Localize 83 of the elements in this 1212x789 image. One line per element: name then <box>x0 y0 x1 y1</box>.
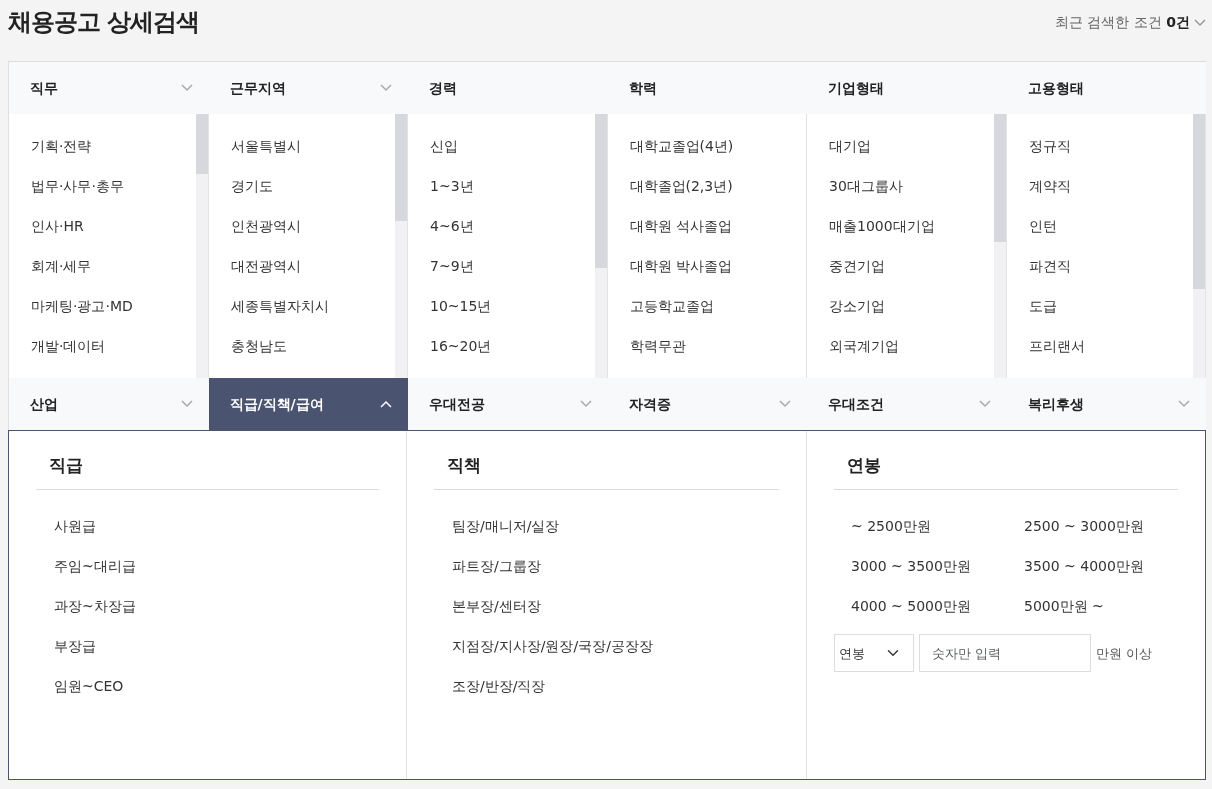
page-title: 채용공고 상세검색 <box>8 8 200 37</box>
option-link[interactable]: 주임~대리급 <box>36 546 379 587</box>
filter-tab[interactable]: 직급/직책/급여 <box>208 378 408 430</box>
filter-option[interactable]: 서울특별시 <box>230 126 395 166</box>
option-link[interactable]: 본부장/센터장 <box>434 586 779 627</box>
filter-option[interactable]: 1~3년 <box>430 166 595 206</box>
filter-option[interactable]: 신입 <box>430 126 595 166</box>
option-link[interactable]: 팀장/매니저/실장 <box>434 506 779 547</box>
chevron-icon <box>978 400 991 408</box>
filter-option[interactable]: 개발·데이터 <box>31 326 196 366</box>
filter-option[interactable]: 대학원 석사졸업 <box>629 206 806 246</box>
section-title: 연봉 <box>834 455 1178 491</box>
salary-option[interactable]: 5000만원 ~ <box>1024 586 1178 627</box>
filter-option[interactable]: 중견기업 <box>829 246 994 286</box>
filter-option[interactable]: 4~6년 <box>430 206 595 246</box>
option-link[interactable]: 부장급 <box>36 626 379 667</box>
salary-type-select[interactable]: 연봉 <box>834 634 914 673</box>
option-link[interactable]: 과장~차장급 <box>36 586 379 627</box>
filter-header[interactable]: 고용형태 <box>1006 62 1206 114</box>
salary-input[interactable]: 숫자만 입력 <box>919 634 1091 673</box>
unit-label: 만원 이상 <box>1096 644 1153 663</box>
section-title: 직급 <box>36 455 379 491</box>
chevron-icon <box>1178 400 1190 408</box>
filter-option[interactable]: 매출1000대기업 <box>829 206 994 246</box>
filter-option[interactable]: 인사·HR <box>31 206 196 246</box>
option-link[interactable]: 조장/반장/직장 <box>434 666 779 707</box>
option-link[interactable]: 지점장/지사장/원장/국장/공장장 <box>434 626 779 667</box>
chevron-icon <box>180 400 193 408</box>
chevron-icon <box>579 400 592 408</box>
filter-header[interactable]: 직무 <box>9 62 209 114</box>
filter-tab[interactable]: 우대전공 <box>408 378 608 430</box>
filter-option[interactable]: 7~9년 <box>430 246 595 286</box>
filter-option[interactable]: 10~15년 <box>430 286 595 326</box>
scrollbar-thumb[interactable] <box>1193 114 1205 289</box>
recent-search-button[interactable]: 최근 검색한 조건 0건 <box>1054 12 1206 33</box>
scrollbar-thumb[interactable] <box>993 114 1006 242</box>
filter-option[interactable]: 세종특별자치시 <box>230 286 395 326</box>
filter-option[interactable]: 강소기업 <box>829 286 994 326</box>
filter-option[interactable]: 파견직 <box>1028 246 1193 286</box>
salary-option[interactable]: 3500 ~ 4000만원 <box>1024 546 1178 587</box>
option-link[interactable]: 사원급 <box>36 506 379 547</box>
filter-option[interactable]: 프리랜서 <box>1028 326 1193 366</box>
filter-header[interactable]: 경력 <box>408 62 608 114</box>
filter-tab[interactable]: 자격증 <box>607 378 807 430</box>
salary-option[interactable]: 3000 ~ 3500만원 <box>851 546 1024 587</box>
filter-option[interactable]: 마케팅·광고·MD <box>31 286 196 326</box>
salary-option[interactable]: ~ 2500만원 <box>851 506 1024 547</box>
filter-tab[interactable]: 복리후생 <box>1006 378 1206 430</box>
chevron-icon <box>380 400 392 408</box>
option-link[interactable]: 파트장/그룹장 <box>434 546 779 587</box>
chevron-icon <box>779 400 791 408</box>
filter-option[interactable]: 경기도 <box>230 166 395 206</box>
filter-option[interactable]: 고등학교졸업 <box>629 286 806 326</box>
filter-option[interactable]: 대학졸업(2,3년) <box>629 166 806 206</box>
filter-option[interactable]: 충청남도 <box>230 326 395 366</box>
filter-option[interactable]: 기획·전략 <box>31 126 196 166</box>
filter-header[interactable]: 근무지역 <box>208 62 408 114</box>
filter-header[interactable]: 학력 <box>607 62 807 114</box>
filter-option[interactable]: 대학원 박사졸업 <box>629 246 806 286</box>
filter-option[interactable]: 대전광역시 <box>230 246 395 286</box>
filter-option[interactable]: 정규직 <box>1028 126 1193 166</box>
salary-option[interactable]: 2500 ~ 3000만원 <box>1024 506 1178 547</box>
filter-header[interactable]: 기업형태 <box>807 62 1007 114</box>
filter-option[interactable]: 인턴 <box>1028 206 1193 246</box>
filter-option[interactable]: 외국계기업 <box>829 326 994 366</box>
filter-option[interactable]: 30대그룹사 <box>829 166 994 206</box>
filter-option[interactable]: 회계·세무 <box>31 246 196 286</box>
section-title: 직책 <box>434 455 779 491</box>
filter-option[interactable]: 학력무관 <box>629 326 806 366</box>
filter-tab[interactable]: 산업 <box>9 378 209 430</box>
filter-option[interactable]: 도급 <box>1028 286 1193 326</box>
filter-option[interactable]: 계약직 <box>1028 166 1193 206</box>
filter-option[interactable]: 인천광역시 <box>230 206 395 246</box>
filter-option[interactable]: 법무·사무·총무 <box>31 166 196 206</box>
option-link[interactable]: 임원~CEO <box>36 666 379 707</box>
scrollbar-thumb[interactable] <box>594 114 607 268</box>
scrollbar-thumb[interactable] <box>195 114 208 174</box>
scrollbar-thumb[interactable] <box>395 114 407 221</box>
filter-option[interactable]: 대학교졸업(4년) <box>629 126 806 166</box>
filter-option[interactable]: 대기업 <box>829 126 994 166</box>
filter-option[interactable]: 16~20년 <box>430 326 595 366</box>
filter-tab[interactable]: 우대조건 <box>807 378 1007 430</box>
salary-option[interactable]: 4000 ~ 5000만원 <box>851 586 1024 627</box>
